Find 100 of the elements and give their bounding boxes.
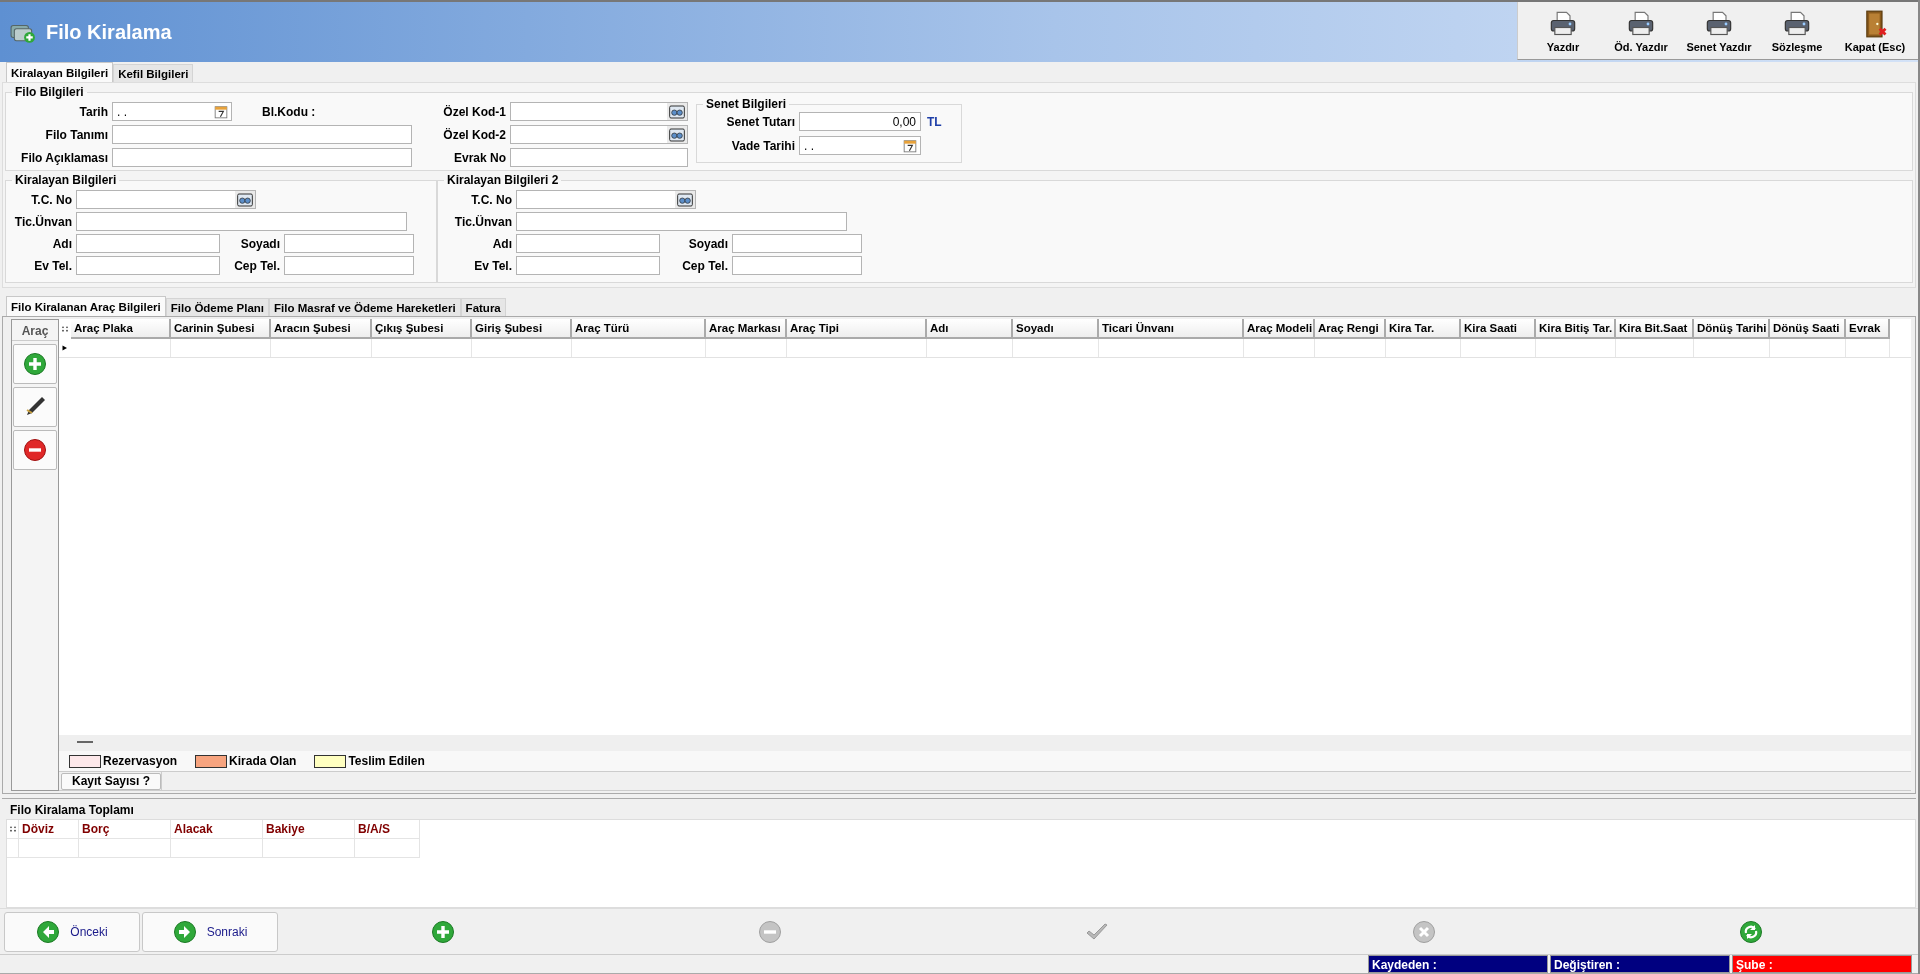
group-title: Kiralayan Bilgileri 2 [446, 173, 560, 187]
input-field[interactable] [510, 102, 688, 121]
column-header[interactable]: B/A/S [355, 820, 420, 839]
field-label: Ev Tel. [473, 258, 513, 273]
field-label: Tic.Ünvan [13, 214, 73, 229]
column-header[interactable]: Carinin Şubesi [171, 319, 271, 339]
input-field[interactable] [516, 190, 696, 209]
column-header[interactable]: Kira Saati [1461, 319, 1536, 339]
input-field[interactable] [76, 256, 220, 275]
status-field: Kaydeden : [1368, 955, 1548, 973]
drag-handle-icon [61, 324, 69, 334]
column-header[interactable]: Araç Markası [706, 319, 787, 339]
panel-title: Araç [12, 322, 58, 341]
field-label: T.C. No [30, 192, 73, 207]
previous-button[interactable]: Önceki [4, 911, 140, 952]
row-pointer-icon [62, 343, 68, 353]
date-field[interactable]: . . [112, 102, 232, 121]
column-header[interactable]: Araç Modeli [1244, 319, 1315, 339]
column-header[interactable]: Alacak [171, 820, 263, 839]
column-header[interactable]: Araç Rengi [1315, 319, 1386, 339]
field-label: Senet Tutarı [725, 114, 796, 129]
column-header[interactable]: Kira Bitiş Tar. [1536, 319, 1616, 339]
plus-icon[interactable] [23, 352, 47, 376]
input-field[interactable] [76, 190, 256, 209]
drag-handle-icon [8, 824, 17, 834]
field-label: Cep Tel. [233, 258, 281, 273]
tab[interactable]: Filo Kiralanan Araç Bilgileri [6, 296, 166, 316]
column-header[interactable]: Dönüş Saati [1770, 319, 1846, 339]
table-cell [19, 839, 79, 858]
input-field[interactable] [510, 125, 688, 144]
input-field[interactable] [284, 234, 414, 253]
column-header[interactable]: Giriş Şubesi [472, 319, 572, 339]
tab[interactable]: Filo Ödeme Planı [165, 298, 270, 316]
column-header[interactable]: Araç Tipi [787, 319, 927, 339]
input-field[interactable] [284, 256, 414, 275]
toolbar-button[interactable]: Sözleşme [1758, 4, 1836, 59]
field-label: Tic.Ünvan [453, 214, 513, 229]
input-field[interactable] [76, 212, 407, 231]
field-label: Adı [51, 236, 73, 251]
tab[interactable]: Kiralayan Bilgileri [6, 62, 114, 82]
column-header[interactable]: Adı [927, 319, 1013, 339]
field-label: Soyadı [687, 236, 729, 251]
record-count-button[interactable]: Kayıt Sayısı ? [61, 772, 162, 790]
field-label: Adı [491, 236, 513, 251]
column-header[interactable]: Evrak [1846, 319, 1890, 339]
status-field: Değiştiren : [1550, 955, 1730, 973]
tab[interactable]: Fatura [460, 298, 506, 316]
field-label: T.C. No [470, 192, 513, 207]
column-header[interactable]: Kira Bit.Saat [1616, 319, 1694, 339]
input-field[interactable] [76, 234, 220, 253]
toolbar-button[interactable]: Yazdır [1524, 4, 1602, 59]
tab[interactable]: Filo Masraf ve Ödeme Hareketleri [269, 298, 461, 316]
input-field[interactable] [112, 125, 412, 144]
column-header[interactable]: Ticari Ünvanı [1099, 319, 1244, 339]
toolbar-button[interactable]: Senet Yazdır [1680, 4, 1758, 59]
input-field[interactable] [510, 148, 688, 167]
field-label: Cep Tel. [681, 258, 729, 273]
input-field[interactable] [732, 234, 862, 253]
plus-icon[interactable] [431, 919, 456, 944]
column-header[interactable]: Döviz [19, 820, 79, 839]
column-header[interactable]: Borç [79, 820, 171, 839]
field-label: Soyadı [239, 236, 281, 251]
printer-icon [1705, 10, 1733, 38]
field-label: Filo Açıklaması [20, 150, 109, 165]
next-button[interactable]: Sonraki [142, 911, 278, 952]
edit-button[interactable] [13, 387, 57, 427]
toolbar-button[interactable]: Kapat (Esc) [1836, 4, 1914, 59]
input-field[interactable] [516, 256, 660, 275]
amount-field[interactable]: 0,00 [799, 112, 921, 131]
printer-icon [1627, 10, 1655, 38]
currency-label: TL [927, 114, 942, 129]
add-button[interactable] [13, 344, 57, 384]
column-header[interactable]: Dönüş Tarihi [1694, 319, 1770, 339]
toolbar-button[interactable]: Öd. Yazdır [1602, 4, 1680, 59]
group-title: Senet Bilgileri [705, 97, 788, 111]
delete-button[interactable] [13, 430, 57, 470]
input-field[interactable] [112, 148, 412, 167]
date-field[interactable]: . . [799, 136, 921, 155]
field-label: Özel Kod-2 [442, 127, 507, 142]
column-header[interactable]: Kira Tar. [1386, 319, 1461, 339]
status-field: Şube : [1732, 955, 1912, 973]
legend-label: Rezervasyon [103, 754, 178, 768]
printer-icon [1549, 10, 1577, 38]
input-field[interactable] [516, 212, 847, 231]
window-title: Filo Kiralama [46, 20, 172, 44]
column-header[interactable]: Çıkış Şubesi [372, 319, 472, 339]
column-header[interactable]: Araç Plaka [71, 319, 171, 339]
column-header[interactable]: Bakiye [263, 820, 355, 839]
column-header[interactable]: Soyadı [1013, 319, 1099, 339]
group-title: Filo Bilgileri [14, 85, 85, 99]
minus-icon[interactable] [23, 438, 47, 462]
refresh-icon[interactable] [1738, 919, 1763, 944]
field-label: Filo Tanımı [44, 127, 109, 142]
column-header[interactable]: Aracın Şubesi [271, 319, 372, 339]
legend-label: Kirada Olan [229, 754, 297, 768]
input-field[interactable] [516, 234, 660, 253]
column-header[interactable]: Araç Türü [572, 319, 706, 339]
printer-icon [1783, 10, 1811, 38]
tab[interactable]: Kefil Bilgileri [113, 64, 194, 82]
input-field[interactable] [732, 256, 862, 275]
